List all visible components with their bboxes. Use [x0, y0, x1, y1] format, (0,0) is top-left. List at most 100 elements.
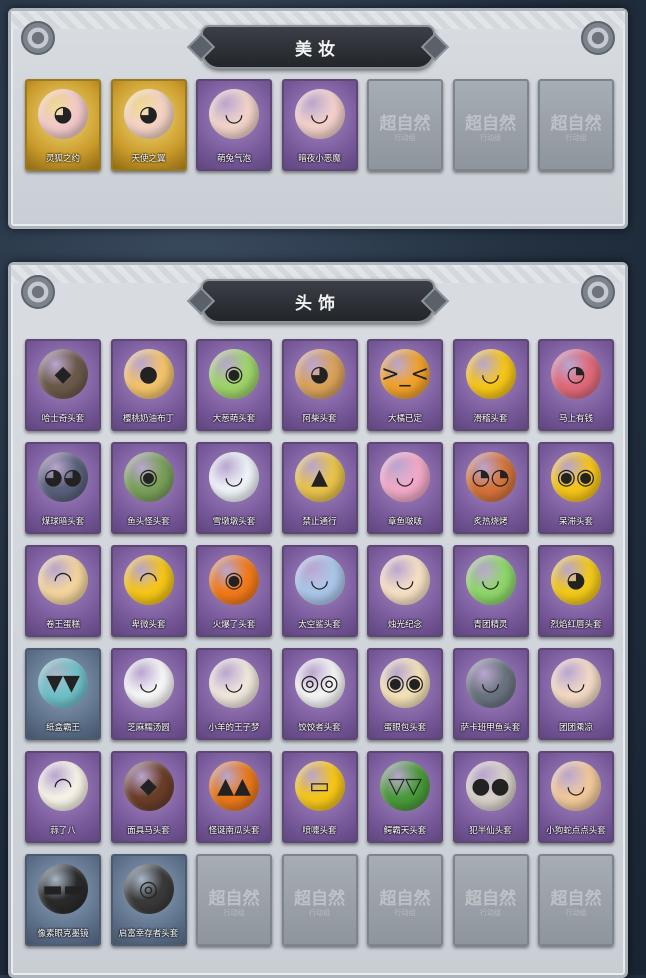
headwear-item-card[interactable]: ◡ 萨卡班甲鱼头套 [452, 648, 529, 740]
item-label: 章鱼啵啵 [387, 517, 422, 527]
headwear-item-card[interactable]: ◡ 雪墩墩头套 [196, 442, 272, 534]
locked-slot[interactable]: 超自然 行动组 [538, 854, 614, 946]
headwear-panel: 头饰 ◆ 哈士奇头套 ● 樱桃奶油布丁 ◉ 大葱萌头套 ◕ 阿柴头套 >_< 大橘已定 ◡ 滑稽头套 ◔… [8, 262, 628, 978]
orange-head-icon: >_< [380, 349, 430, 399]
headwear-item-card[interactable]: ◡ 芝麻糯汤圆 [110, 648, 187, 740]
item-label: 樱桃奶油布丁 [122, 414, 174, 424]
item-label: 天使之翼 [131, 154, 166, 164]
sheep-crown-icon: ◡ [209, 658, 259, 708]
headwear-item-card[interactable]: ◔◔ 炙热烧烤 [452, 442, 529, 534]
locked-slot[interactable]: 超自然 行动组 [367, 79, 443, 171]
headwear-item-card[interactable]: ▲▲ 怪诞南瓜头套 [196, 751, 272, 843]
headwear-item-card[interactable]: ◉ 大葱萌头套 [196, 339, 272, 431]
makeup-item-card[interactable]: ◡ 暗夜小恶魔 [281, 79, 358, 171]
makeup-item-card[interactable]: ◡ 萌兔气泡 [196, 79, 272, 171]
headwear-item-card[interactable]: ◕ 阿柴头套 [281, 339, 358, 431]
item-label: 卷王蛋糕 [45, 620, 80, 630]
headwear-item-card[interactable]: ◔ 马上有钱 [538, 339, 614, 431]
rice-ball-icon: ◡ [123, 658, 174, 708]
headwear-item-card[interactable]: ●● 犯半仙头套 [452, 751, 529, 843]
headwear-item-card[interactable]: ▬▬ 像素眼克墨镜 [25, 854, 101, 946]
horse-mask-icon: ◆ [123, 761, 174, 811]
item-label: 卑微头套 [131, 620, 166, 630]
locked-slot[interactable]: 超自然 行动组 [281, 854, 358, 946]
locked-slot[interactable]: 超自然 行动组 [452, 79, 529, 171]
headwear-item-card[interactable]: >_< 大橘已定 [367, 339, 443, 431]
headwear-item-card[interactable]: ◠ 蒜了八 [25, 751, 101, 843]
headwear-item-card[interactable]: ◠ 卷王蛋糕 [25, 545, 101, 637]
locked-watermark: 超自然 [208, 889, 260, 909]
humble-face-icon: ◠ [123, 555, 174, 605]
item-label: 面具马头套 [127, 826, 170, 836]
item-label: 饺饺者头套 [298, 723, 341, 733]
headwear-item-card[interactable]: ◉ 火爆了头套 [196, 545, 272, 637]
headwear-item-card[interactable]: ◡ 滑稽头套 [452, 339, 529, 431]
headwear-item-card[interactable]: ● 樱桃奶油布丁 [110, 339, 187, 431]
locked-slot[interactable]: 超自然 行动组 [367, 854, 443, 946]
locked-slot[interactable]: 超自然 行动组 [196, 854, 272, 946]
item-label: 火爆了头套 [212, 620, 256, 630]
item-label: 蒜了八 [50, 826, 76, 836]
item-label: 暗夜小恶魔 [298, 154, 341, 164]
headwear-item-card[interactable]: ◎ 启富幸存者头套 [110, 854, 187, 946]
item-label: 蛋眼包头套 [383, 723, 427, 733]
headwear-item-card[interactable]: ▼▼ 纸盒霸王 [25, 648, 101, 740]
headwear-item-card[interactable]: ▭ 喷嚏头套 [281, 751, 358, 843]
headwear-item-card[interactable]: ◡ 团团乘凉 [538, 648, 614, 740]
horse-money-icon: ◔ [551, 349, 601, 399]
locked-watermark-sub: 行动组 [480, 909, 501, 917]
headwear-grid: ◆ 哈士奇头套 ● 樱桃奶油布丁 ◉ 大葱萌头套 ◕ 阿柴头套 >_< 大橘已定 ◡ 滑稽头套 ◔ 马上有… [25, 339, 614, 946]
item-label: 禁止通行 [302, 517, 337, 527]
item-label: 烈焰红唇头套 [550, 620, 602, 630]
locked-slot[interactable]: 超自然 行动组 [538, 79, 614, 171]
headwear-item-card[interactable]: ◡ 烛光纪念 [367, 545, 443, 637]
corner-ornament-icon [581, 275, 615, 309]
item-label: 像素眼克墨镜 [37, 929, 89, 939]
headwear-item-card[interactable]: ◉ 鱼头怪头套 [110, 442, 187, 534]
headwear-item-card[interactable]: ◎◎ 饺饺者头套 [281, 648, 358, 740]
headwear-item-card[interactable]: ◡ 小狗蛇点点头套 [538, 751, 614, 843]
headwear-item-card[interactable]: ◡ 青团精灵 [452, 545, 529, 637]
gas-mask-icon: ◎ [123, 864, 174, 914]
headwear-item-card[interactable]: ◉◉ 蛋眼包头套 [367, 648, 443, 740]
headwear-item-card[interactable]: ◠ 卑微头套 [110, 545, 187, 637]
headwear-item-card[interactable]: ◉◉ 呆滞头套 [538, 442, 614, 534]
headwear-item-card[interactable]: ◡ 太空鲨头套 [281, 545, 358, 637]
pixel-glasses-icon: ▬▬ [38, 864, 88, 914]
item-label: 小羊的王子梦 [208, 723, 260, 733]
box-dino-icon: ▼▼ [38, 658, 88, 708]
headwear-item-card[interactable]: ▽▽ 鳄霸天头套 [367, 751, 443, 843]
item-label: 纸盒霸王 [45, 723, 80, 733]
pudding-head-icon: ● [123, 349, 174, 399]
locked-watermark-sub: 行动组 [223, 909, 245, 917]
angel-head-icon: ◕ [123, 89, 174, 139]
makeup-panel: 美妆 ◕ 灵狐之约 ◕ 天使之翼 ◡ 萌兔气泡 ◡ 暗夜小恶魔 超自然 行动组 超自然 行动组 超自然行… [8, 8, 628, 229]
corner-ornament-icon [581, 21, 615, 55]
locked-watermark: 超自然 [379, 114, 431, 134]
headwear-item-card[interactable]: ◆ 哈士奇头套 [25, 339, 101, 431]
item-label: 青团精灵 [473, 620, 508, 630]
locked-watermark-sub: 行动组 [480, 134, 501, 142]
pumpkin-head-icon: ▲▲ [209, 761, 259, 811]
corner-ornament-icon [21, 21, 55, 55]
makeup-item-card[interactable]: ◕ 天使之翼 [110, 79, 187, 171]
roll-cake-icon: ◠ [38, 555, 88, 605]
item-label: 启富幸存者头套 [118, 929, 179, 939]
item-label: 萌兔气泡 [216, 154, 251, 164]
headwear-item-card[interactable]: ◕ 烈焰红唇头套 [538, 545, 614, 637]
makeup-item-card[interactable]: ◕ 灵狐之约 [25, 79, 101, 171]
headwear-item-card[interactable]: ▲ 禁止通行 [281, 442, 358, 534]
traffic-cone-icon: ▲ [294, 452, 345, 502]
headwear-item-card[interactable]: ◆ 面具马头套 [110, 751, 187, 843]
corner-ornament-icon [21, 275, 55, 309]
headwear-item-card[interactable]: ◡ 章鱼啵啵 [367, 442, 443, 534]
headwear-item-card[interactable]: ◡ 小羊的王子梦 [196, 648, 272, 740]
crocodile-head-icon: ▽▽ [380, 761, 430, 811]
fox-ear-head-icon: ◕ [38, 89, 88, 139]
item-label: 大葱萌头套 [212, 414, 256, 424]
bunny-head-icon: ◡ [209, 89, 259, 139]
locked-slot[interactable]: 超自然 行动组 [452, 854, 529, 946]
dazed-face-icon: ◉◉ [551, 452, 601, 502]
headwear-item-card[interactable]: ◕◕ 煤球暗头套 [25, 442, 101, 534]
yellow-mouse-icon: ◕ [551, 555, 601, 605]
